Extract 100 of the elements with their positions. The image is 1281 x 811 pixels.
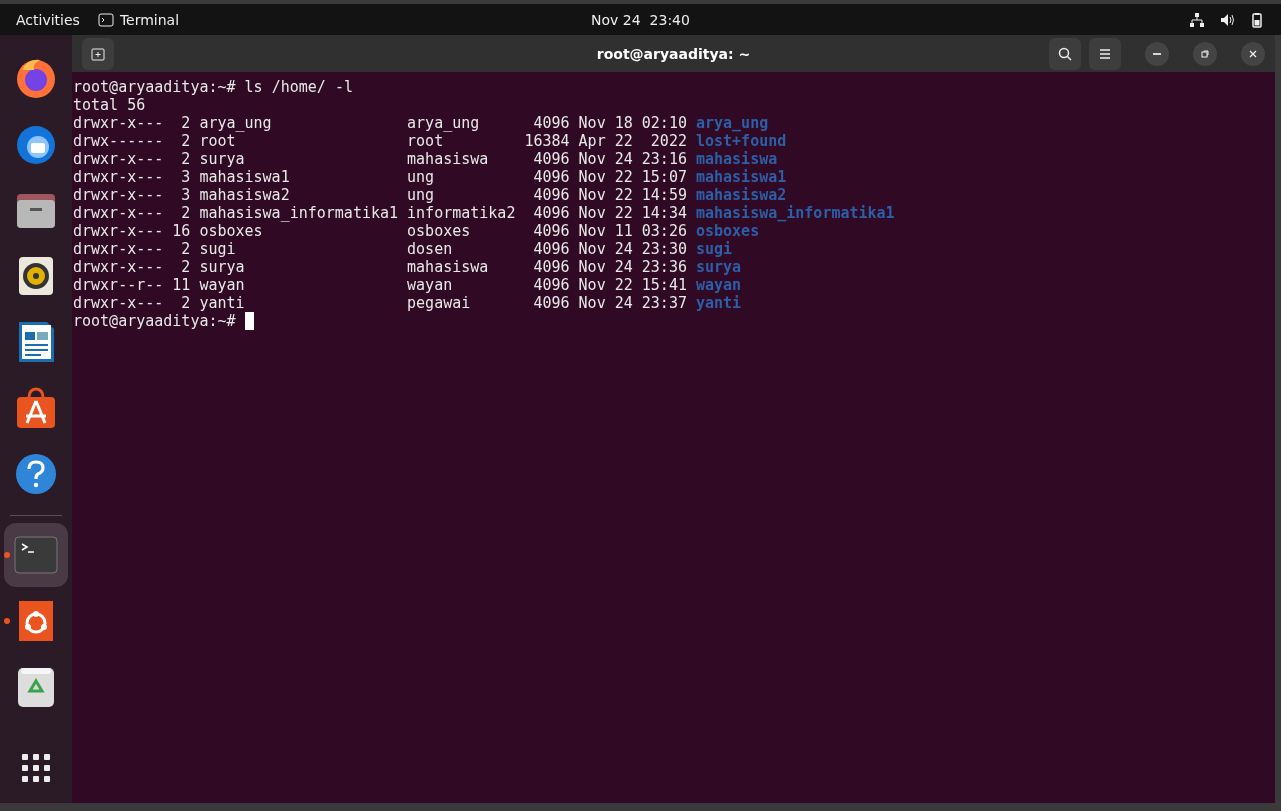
permissions: drwxr-x--- xyxy=(73,114,164,132)
link-count: 11 xyxy=(172,276,191,294)
permissions: drwxr-x--- xyxy=(73,222,164,240)
link-count: 3 xyxy=(180,186,191,204)
close-icon xyxy=(1248,48,1258,59)
directory-name: mahasiswa2 xyxy=(695,186,788,204)
prompt: root@aryaaditya:~# xyxy=(73,312,236,330)
text-cursor xyxy=(244,312,254,330)
close-button[interactable] xyxy=(1241,41,1265,66)
directory-name: surya xyxy=(695,258,743,276)
group: ung xyxy=(407,168,516,186)
file-size: 4096 xyxy=(532,114,570,132)
link-count: 2 xyxy=(180,132,191,150)
modified-date: Nov 22 14:34 xyxy=(578,204,687,222)
app-menu[interactable]: Terminal xyxy=(119,11,180,28)
permissions: drwxr-x--- xyxy=(73,240,164,258)
modified-date: Nov 18 02:10 xyxy=(578,114,687,132)
owner: sugi xyxy=(199,240,237,258)
group: ung xyxy=(407,186,516,204)
directory-name: arya_ung xyxy=(695,114,770,132)
file-size: 4096 xyxy=(532,186,570,204)
group: mahasiswa xyxy=(407,150,516,168)
search-button[interactable] xyxy=(1049,37,1081,70)
link-count: 16 xyxy=(172,222,191,240)
owner: root xyxy=(199,132,237,150)
group: root xyxy=(407,132,516,150)
file-size: 4096 xyxy=(532,294,570,312)
running-indicator xyxy=(4,618,10,624)
group: arya_ung xyxy=(407,114,516,132)
link-count: 3 xyxy=(180,168,191,186)
directory-name: lost+found xyxy=(695,132,788,150)
file-size: 16384 xyxy=(524,132,570,150)
link-count: 2 xyxy=(180,150,191,168)
permissions: drwxr-x--- xyxy=(73,294,164,312)
command: ls /home/ -l xyxy=(244,78,353,96)
help-icon xyxy=(14,452,58,496)
prompt: root@aryaaditya:~# xyxy=(73,78,236,96)
directory-name: mahasiswa xyxy=(695,150,779,168)
modified-date: Nov 24 23:16 xyxy=(578,150,687,168)
new-tab-icon xyxy=(90,45,106,62)
directory-name: yanti xyxy=(695,294,743,312)
file-size: 4096 xyxy=(532,258,570,276)
group: mahasiswa xyxy=(407,258,516,276)
battery-icon xyxy=(1249,11,1265,28)
owner: surya xyxy=(199,258,246,276)
group: wayan xyxy=(407,276,516,294)
permissions: drwxr--r-- xyxy=(73,276,164,294)
directory-name: sugi xyxy=(695,240,734,258)
modified-date: Nov 11 03:26 xyxy=(578,222,687,240)
permissions: drwxr-x--- xyxy=(73,204,164,222)
modified-date: Nov 24 23:30 xyxy=(578,240,687,258)
owner: wayan xyxy=(199,276,246,294)
link-count: 2 xyxy=(180,294,191,312)
maximize-button[interactable] xyxy=(1193,41,1217,66)
permissions: drwxr-x--- xyxy=(73,258,164,276)
permissions: drwx------ xyxy=(73,132,164,150)
link-count: 2 xyxy=(180,258,191,276)
link-count: 2 xyxy=(180,240,191,258)
owner: mahasiswa2 xyxy=(199,186,291,204)
directory-name: mahasiswa_informatika1 xyxy=(695,204,896,222)
directory-name: wayan xyxy=(695,276,743,294)
modified-date: Nov 24 23:37 xyxy=(578,294,687,312)
group: pegawai xyxy=(407,294,516,312)
activities-button[interactable]: Activities xyxy=(16,11,80,28)
modified-date: Nov 22 15:41 xyxy=(578,276,687,294)
owner: surya xyxy=(199,150,246,168)
modified-date: Nov 22 15:07 xyxy=(578,168,687,186)
group: dosen xyxy=(407,240,516,258)
modified-date: Nov 22 14:59 xyxy=(578,186,687,204)
file-size: 4096 xyxy=(532,222,570,240)
minimize-button[interactable] xyxy=(1145,41,1169,66)
owner: mahasiswa_informatika1 xyxy=(199,204,399,222)
permissions: drwxr-x--- xyxy=(73,150,164,168)
terminal-icon xyxy=(97,11,114,28)
minimize-icon xyxy=(1153,52,1161,55)
shopping-bag-icon xyxy=(14,386,58,430)
owner: osboxes xyxy=(199,222,264,240)
search-icon xyxy=(1057,45,1073,62)
file-size: 4096 xyxy=(532,150,570,168)
link-count: 2 xyxy=(180,114,191,132)
clock[interactable]: Nov 24 23:40 xyxy=(591,11,690,28)
file-size: 4096 xyxy=(532,168,570,186)
file-size: 4096 xyxy=(532,204,570,222)
directory-name: mahasiswa1 xyxy=(695,168,788,186)
owner: arya_ung xyxy=(199,114,273,132)
permissions: drwxr-x--- xyxy=(73,168,164,186)
group: informatika2 xyxy=(407,204,516,222)
modified-date: Nov 24 23:36 xyxy=(578,258,687,276)
restore-icon xyxy=(1200,48,1210,59)
file-size: 4096 xyxy=(532,240,570,258)
menu-button[interactable] xyxy=(1089,37,1121,70)
running-indicator xyxy=(4,552,10,558)
new-tab-button[interactable] xyxy=(82,37,114,70)
directory-name: osboxes xyxy=(695,222,761,240)
permissions: drwxr-x--- xyxy=(73,186,164,204)
modified-date: Apr 22 2022 xyxy=(578,132,687,150)
file-size: 4096 xyxy=(532,276,570,294)
owner: yanti xyxy=(199,294,246,312)
terminal-icon xyxy=(14,533,58,577)
network-icon xyxy=(1189,11,1205,28)
